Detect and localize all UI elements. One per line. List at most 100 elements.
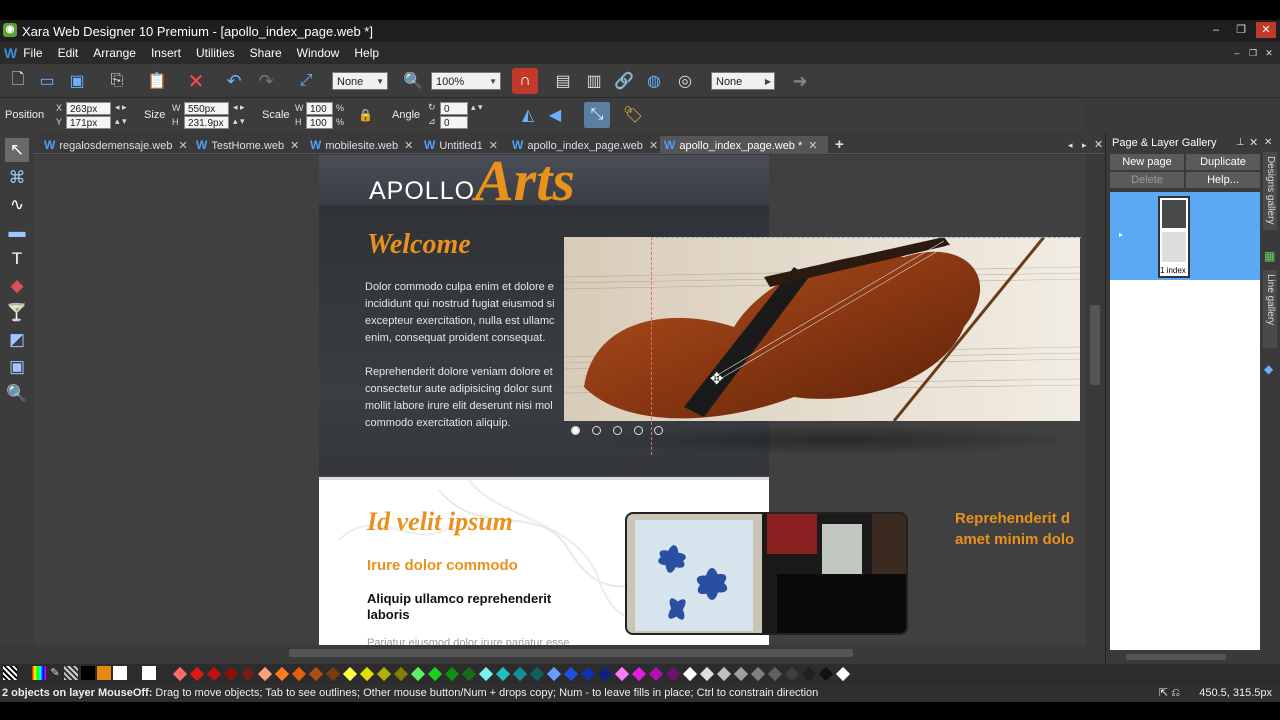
new-document-icon[interactable]: 🗋	[8, 71, 28, 91]
gallery-photo[interactable]	[625, 512, 908, 635]
color-swatch[interactable]	[359, 666, 375, 682]
color-swatch[interactable]	[631, 666, 647, 682]
color-swatch[interactable]	[665, 666, 681, 682]
slide-dot-1[interactable]	[571, 426, 580, 435]
horizontal-scroll-thumb[interactable]	[289, 649, 853, 657]
help-button[interactable]: Help...	[1186, 172, 1260, 188]
fill-gallery-icon[interactable]: ◆	[1264, 362, 1273, 376]
menu-help[interactable]: Help	[354, 46, 379, 60]
slide-dot-5[interactable]	[654, 426, 663, 435]
arrow-right-icon[interactable]: ➜	[790, 71, 810, 91]
open-folder-icon[interactable]: ▭	[37, 71, 57, 91]
camera-tool-icon[interactable]: ⌘	[5, 166, 29, 190]
menu-share[interactable]: Share	[250, 46, 282, 60]
color-swatch[interactable]	[240, 666, 256, 682]
color-swatch[interactable]	[393, 666, 409, 682]
color-picker-icon[interactable]	[32, 666, 46, 680]
section-body-text[interactable]: Pariatur eiusmod dolor irure pariatur es…	[367, 637, 569, 645]
section-heading[interactable]: Id velit ipsum	[367, 507, 513, 537]
new-tab-icon[interactable]: +	[831, 136, 844, 154]
tab-scroll-left-icon[interactable]: ◂	[1064, 136, 1073, 154]
no-color-swatch[interactable]	[3, 666, 17, 680]
document-icon[interactable]: W	[4, 45, 17, 61]
color-swatch[interactable]	[444, 666, 460, 682]
doc-restore-button[interactable]: ❐	[1246, 45, 1260, 61]
restore-button[interactable]: ❐	[1231, 22, 1251, 38]
publish-icon[interactable]: ◎	[675, 71, 695, 91]
tab-untitled1[interactable]: W Untitled1 ✕	[420, 136, 498, 154]
color-swatch[interactable]	[546, 666, 562, 682]
menu-edit[interactable]: Edit	[58, 46, 79, 60]
color-swatch[interactable]	[461, 666, 477, 682]
orange-swatch[interactable]	[97, 666, 111, 680]
gallery-close-icon[interactable]: ✕	[1249, 136, 1258, 149]
zoom-dropdown[interactable]: 100% ▼	[431, 72, 501, 90]
scale-w-field[interactable]: 100	[306, 102, 333, 115]
height-spinner-icon[interactable]: ▴ ▾	[233, 116, 245, 127]
section-subheading[interactable]: Irure dolor commodo	[367, 557, 518, 574]
menu-window[interactable]: Window	[297, 46, 340, 60]
copy-icon[interactable]: ⎘	[107, 71, 127, 91]
lock-aspect-icon[interactable]: 🔒	[358, 108, 373, 122]
color-swatch[interactable]	[835, 666, 851, 682]
redo-icon[interactable]: ↷	[256, 71, 276, 91]
color-swatch[interactable]	[716, 666, 732, 682]
transform-handles-icon[interactable]: ⤡	[584, 102, 610, 128]
minimize-button[interactable]: –	[1206, 22, 1226, 38]
feather-dropdown[interactable]: None ▼	[332, 72, 388, 90]
export-icon[interactable]: ▥	[584, 71, 604, 91]
violin-slideshow-image[interactable]	[564, 237, 1080, 421]
close-button[interactable]: ✕	[1256, 22, 1276, 38]
transparent-swatch[interactable]	[64, 666, 78, 680]
color-swatch[interactable]	[648, 666, 664, 682]
y-spinner-icon[interactable]: ▴ ▾	[115, 116, 127, 127]
intro-paragraph-2[interactable]: Reprehenderit dolore veniam dolore et co…	[365, 364, 585, 432]
x-spinner-icon[interactable]: ◂ ▸	[115, 102, 127, 113]
guide-line-horizontal[interactable]	[651, 237, 1081, 238]
color-swatch[interactable]	[682, 666, 698, 682]
link-icon[interactable]: 🔗	[614, 71, 634, 91]
side-text-line-1[interactable]: Reprehenderit d	[955, 510, 1070, 527]
zoom-icon[interactable]: 🔍	[403, 71, 423, 91]
transparency-tool-icon[interactable]: 🍸	[5, 301, 29, 325]
doc-minimize-button[interactable]: –	[1230, 45, 1244, 61]
color-swatch[interactable]	[512, 666, 528, 682]
selector-tool-icon[interactable]: ↖	[5, 138, 29, 162]
flip-vertical-icon[interactable]: ◀	[545, 105, 565, 125]
color-swatch[interactable]	[818, 666, 834, 682]
section-bold-text[interactable]: Aliquip ullamco reprehenderit laboris	[367, 591, 577, 623]
color-swatch[interactable]	[699, 666, 715, 682]
tag-icon[interactable]: 🏷	[623, 105, 643, 125]
color-swatch[interactable]	[563, 666, 579, 682]
tab-close-icon[interactable]: ✕	[404, 140, 413, 152]
magnet-snap-icon[interactable]: ∩	[512, 68, 538, 94]
tab-scroll-right-icon[interactable]: ▸	[1078, 136, 1087, 154]
color-swatch[interactable]	[784, 666, 800, 682]
color-swatch[interactable]	[614, 666, 630, 682]
shadow-tool-icon[interactable]: ◩	[5, 328, 29, 352]
color-swatch[interactable]	[750, 666, 766, 682]
fill-tool-icon[interactable]: ◆	[5, 274, 29, 298]
white-swatch[interactable]	[113, 666, 127, 680]
welcome-heading[interactable]: Welcome	[367, 229, 471, 261]
color-swatch[interactable]	[733, 666, 749, 682]
menu-utilities[interactable]: Utilities	[196, 46, 235, 60]
transparency-dropdown[interactable]: None ▶	[711, 72, 775, 90]
designs-gallery-tab[interactable]: Designs gallery	[1263, 152, 1277, 230]
scale-h-field[interactable]: 100	[306, 116, 333, 129]
color-swatch[interactable]	[767, 666, 783, 682]
angle-spinner-icon[interactable]: ▴ ▾	[471, 102, 483, 113]
transform-icon[interactable]: ⤢	[296, 71, 316, 91]
delete-icon[interactable]: ✕	[186, 71, 206, 93]
tab-mobilesite[interactable]: Wmobilesite.web ✕	[306, 136, 413, 154]
color-swatch[interactable]	[529, 666, 545, 682]
slide-dot-2[interactable]	[592, 426, 601, 435]
color-swatch[interactable]	[223, 666, 239, 682]
skew-field[interactable]: 0	[440, 116, 468, 129]
color-swatch[interactable]	[410, 666, 426, 682]
menu-insert[interactable]: Insert	[151, 46, 181, 60]
tab-close-icon[interactable]: ✕	[649, 140, 658, 152]
preview-icon[interactable]: ▤	[553, 71, 573, 91]
side-text-line-2[interactable]: amet minim dolo	[955, 531, 1074, 548]
close-all-tabs-icon[interactable]: ✕	[1090, 136, 1103, 154]
